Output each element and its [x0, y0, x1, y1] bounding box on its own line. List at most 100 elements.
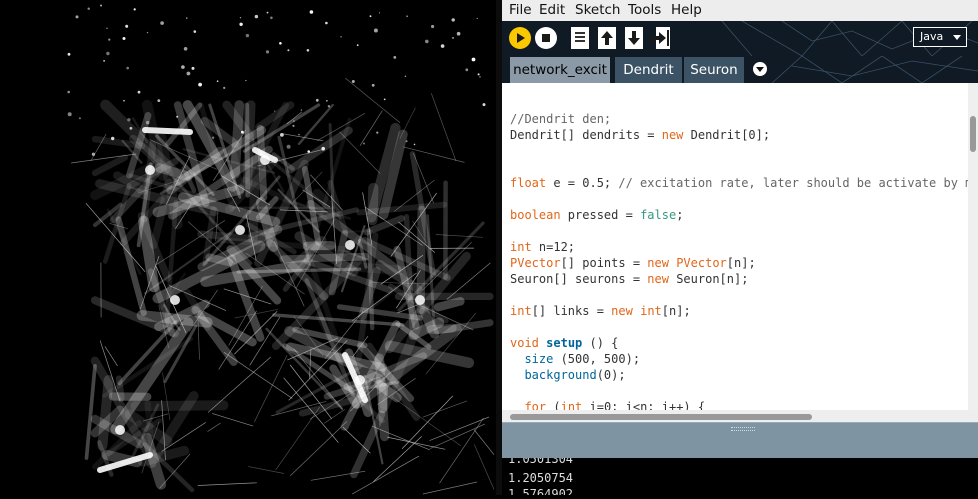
- menu-bar: File Edit Sketch Tools Help: [502, 0, 978, 21]
- particle: [406, 140, 408, 142]
- export-button[interactable]: [650, 27, 672, 49]
- network-link: [431, 328, 453, 329]
- code-line: boolean pressed = false;: [510, 207, 978, 223]
- menu-edit[interactable]: Edit: [539, 1, 565, 19]
- code-line: float e = 0.5; // excitation rate, later…: [510, 175, 978, 191]
- particle: [370, 15, 372, 17]
- neuron-node: [235, 225, 245, 235]
- neuron-node: [115, 425, 125, 435]
- particle: [384, 99, 386, 101]
- console-line: 1.5764902: [508, 487, 573, 495]
- network-thin-link: [224, 352, 292, 398]
- horizontal-scroll-thumb[interactable]: [510, 414, 812, 420]
- code-line: [510, 319, 978, 335]
- vertical-scrollbar[interactable]: [968, 83, 978, 410]
- particle: [106, 28, 108, 30]
- particle: [68, 53, 71, 56]
- particle: [357, 44, 359, 46]
- network-thin-link: [254, 355, 287, 422]
- particle: [270, 17, 273, 20]
- horizontal-scrollbar[interactable]: [502, 410, 978, 422]
- code-line: [510, 287, 978, 303]
- particle: [147, 32, 148, 33]
- vertical-scroll-thumb[interactable]: [970, 116, 976, 152]
- network-thin-link: [423, 401, 467, 417]
- particle: [414, 144, 416, 146]
- code-line: int n=12;: [510, 239, 978, 255]
- particle: [279, 42, 282, 45]
- neuron-node: [145, 165, 155, 175]
- mode-selector[interactable]: Java: [913, 27, 967, 47]
- menu-file[interactable]: File: [509, 1, 532, 19]
- network-link: [373, 188, 374, 220]
- particle: [452, 37, 454, 39]
- tab-menu-button[interactable]: [753, 62, 767, 76]
- particle: [134, 8, 136, 10]
- open-button[interactable]: [596, 27, 618, 49]
- console-resize-handle[interactable]: [731, 427, 755, 431]
- particle: [181, 65, 185, 69]
- particle: [452, 18, 455, 21]
- particle: [239, 23, 242, 26]
- code-line: Dendrit[] dendrits = new Dendrit[0];: [510, 127, 978, 143]
- particle: [457, 32, 461, 36]
- tab-bar: network_excit Dendrit Seuron: [502, 56, 978, 83]
- tab-network-excit[interactable]: network_excit: [510, 57, 610, 83]
- menu-sketch[interactable]: Sketch: [575, 1, 620, 19]
- stop-button[interactable]: [535, 27, 557, 49]
- network-thin-link: [105, 346, 118, 366]
- menu-tools[interactable]: Tools: [628, 1, 661, 19]
- network-link: [136, 405, 224, 406]
- particle: [184, 47, 188, 51]
- particle: [138, 91, 141, 94]
- particle: [478, 73, 480, 75]
- particle: [217, 80, 219, 82]
- network-thin-link: [276, 407, 320, 470]
- network-link: [87, 366, 96, 458]
- particle: [363, 143, 365, 145]
- code-text: //Dendrit den;Dendrit[] dendrits = new D…: [510, 111, 978, 415]
- menu-help[interactable]: Help: [671, 1, 702, 19]
- network-link: [438, 301, 460, 307]
- code-line: [510, 223, 978, 239]
- particle: [111, 137, 114, 140]
- neuron-node: [345, 240, 355, 250]
- network-thin-link: [324, 409, 345, 423]
- tab-seuron[interactable]: Seuron: [684, 57, 744, 83]
- save-button[interactable]: [623, 27, 645, 49]
- particle: [287, 145, 291, 149]
- network-thin-link: [387, 437, 445, 449]
- tab-dendrit[interactable]: Dendrit: [615, 57, 682, 83]
- network-thin-link: [248, 467, 284, 474]
- new-button[interactable]: [569, 27, 591, 49]
- particle: [479, 76, 481, 78]
- particle: [267, 12, 269, 14]
- particle: [67, 91, 70, 94]
- particle: [465, 68, 468, 71]
- particle: [298, 134, 300, 136]
- particle: [106, 52, 109, 55]
- particle: [92, 153, 95, 156]
- particle: [130, 127, 133, 130]
- particle: [483, 103, 486, 106]
- code-line: void setup () {: [510, 335, 978, 351]
- particle: [293, 120, 295, 122]
- particle: [212, 137, 214, 139]
- code-line: PVector[] points = new PVector[n];: [510, 255, 978, 271]
- code-line: Seuron[] seurons = new Seuron[n];: [510, 271, 978, 287]
- particle: [79, 117, 81, 119]
- particle: [240, 17, 241, 18]
- particle: [405, 76, 406, 77]
- code-editor[interactable]: //Dendrit den;Dendrit[] dendrits = new D…: [502, 83, 978, 410]
- run-button[interactable]: [509, 27, 531, 49]
- code-line: [510, 383, 978, 399]
- network-thin-link: [360, 111, 382, 146]
- particle: [186, 17, 187, 18]
- particle: [340, 36, 342, 38]
- particle: [192, 67, 195, 70]
- particle: [126, 67, 129, 70]
- network-link: [201, 234, 251, 239]
- code-line: size (500, 500);: [510, 351, 978, 367]
- particle: [393, 56, 396, 59]
- particle: [307, 49, 310, 52]
